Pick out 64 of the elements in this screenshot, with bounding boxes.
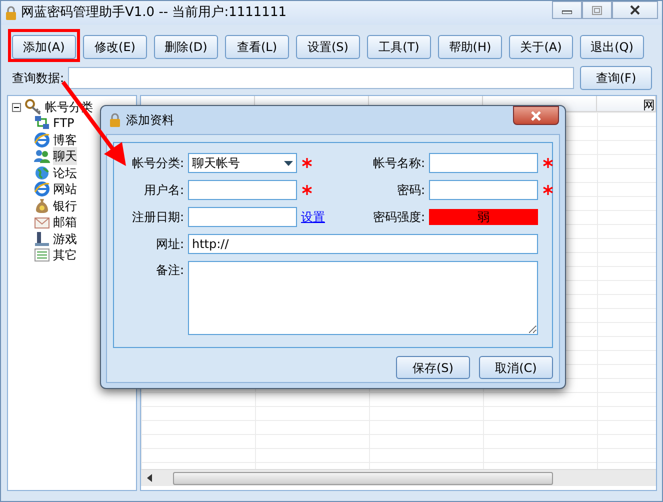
dialog-button[interactable]: 保存(S) xyxy=(396,356,470,379)
users-icon xyxy=(34,148,50,164)
field-label: 用户名: xyxy=(142,182,184,199)
tree-item[interactable]: 论坛 xyxy=(53,164,77,182)
search-label: 查询数据: xyxy=(12,70,64,87)
field-label: 注册日期: xyxy=(130,209,184,226)
toolbar-button[interactable]: 工具(T) xyxy=(367,35,431,59)
toolbar-button[interactable]: 查看(L) xyxy=(225,35,289,59)
dialog-button[interactable]: 取消(C) xyxy=(479,356,553,379)
date-field[interactable] xyxy=(188,207,297,227)
search-field[interactable] xyxy=(68,67,574,89)
field-label: 帐号分类: xyxy=(130,155,184,172)
column-header[interactable]: 网 xyxy=(597,96,656,111)
tree-item[interactable]: 银行 xyxy=(53,196,77,215)
annotation-highlight xyxy=(8,29,80,62)
close-button[interactable] xyxy=(612,1,658,19)
set-date-link[interactable]: 设置 xyxy=(301,208,331,226)
toolbar-button[interactable]: 删除(D) xyxy=(154,35,218,59)
list-icon xyxy=(34,247,50,264)
browser-icon xyxy=(34,132,50,148)
tree-item[interactable]: 博客 xyxy=(53,130,77,149)
search-button[interactable]: 查询(F) xyxy=(580,66,652,90)
lock-icon xyxy=(109,113,121,127)
window-title: 网蓝密码管理助手V1.0 -- 当前用户:1111111 xyxy=(21,4,288,22)
close-icon xyxy=(530,110,542,120)
scroll-left-icon xyxy=(147,474,153,482)
field-label: 备注: xyxy=(154,262,184,279)
tree-item[interactable]: 其它 xyxy=(53,246,77,264)
toolbar-button[interactable]: 退出(Q) xyxy=(580,35,644,59)
toolbar-button[interactable]: 设置(S) xyxy=(296,35,360,59)
account-name-field[interactable] xyxy=(429,153,538,173)
toolbar-button[interactable]: 关于(A) xyxy=(509,35,573,59)
maximize-icon xyxy=(592,6,602,14)
category-dropdown[interactable]: 聊天帐号 xyxy=(188,153,297,173)
dropdown-arrow-icon xyxy=(284,160,293,166)
field-label: 帐号名称: xyxy=(372,155,425,172)
dialog-title: 添加资料 xyxy=(126,112,174,129)
notes-field[interactable] xyxy=(188,261,538,335)
scrollbar-thumb[interactable] xyxy=(173,472,553,484)
keys-icon xyxy=(24,99,42,115)
browser-icon xyxy=(34,181,50,198)
horizontal-scrollbar[interactable] xyxy=(141,469,656,486)
tree-item[interactable]: 游戏 xyxy=(53,230,77,248)
tree-item[interactable]: 邮箱 xyxy=(53,213,77,232)
close-button[interactable] xyxy=(513,106,559,125)
field-label: 密码强度: xyxy=(372,209,425,226)
lock-icon xyxy=(5,6,17,20)
field-label: 网址: xyxy=(154,236,184,253)
toolbar-button[interactable]: 修改(E) xyxy=(83,35,147,59)
close-icon xyxy=(630,5,640,15)
money-bag-icon xyxy=(34,198,50,214)
url-field[interactable]: http:// xyxy=(188,234,538,254)
tree-item[interactable]: 聊天 xyxy=(53,147,77,166)
strength-meter: 弱 xyxy=(429,209,538,225)
password-field[interactable] xyxy=(429,180,538,200)
toolbar-button[interactable]: 添加(A) xyxy=(12,35,76,59)
username-field[interactable] xyxy=(188,180,297,200)
toolbar-button[interactable]: 帮助(H) xyxy=(438,35,502,59)
tree-item[interactable]: FTP xyxy=(53,114,74,132)
minimize-button[interactable] xyxy=(552,1,582,19)
tree-item[interactable]: 网站 xyxy=(53,180,77,198)
network-icon xyxy=(34,115,50,132)
globe-icon xyxy=(34,164,50,181)
field-label: 密码: xyxy=(396,182,425,199)
